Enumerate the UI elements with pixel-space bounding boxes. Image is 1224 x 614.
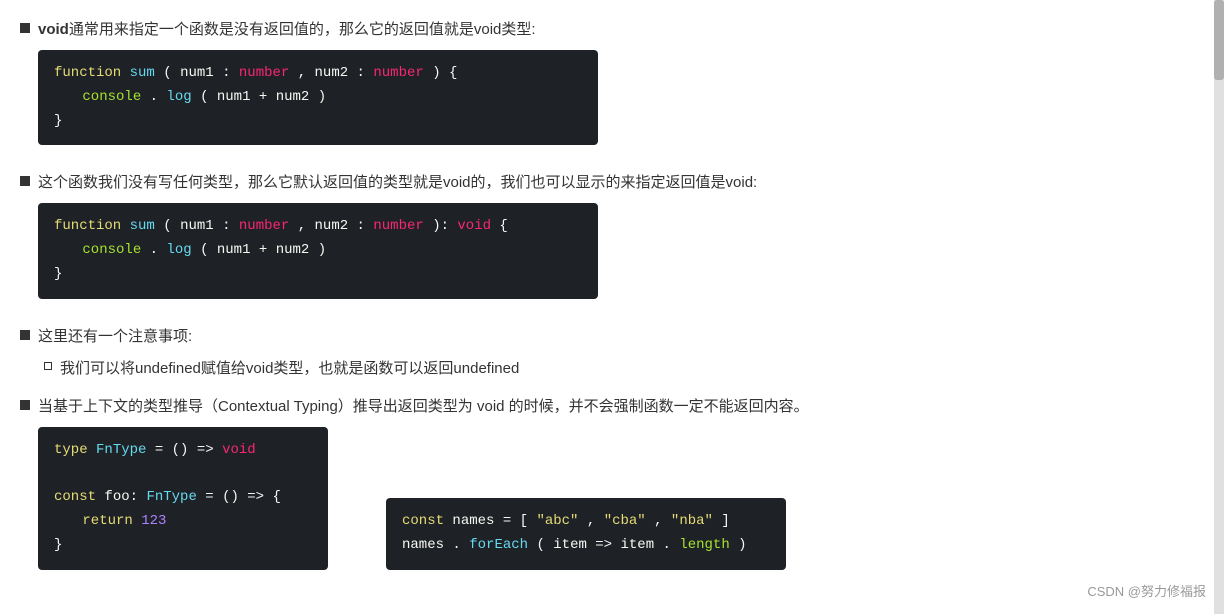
type: number [373, 65, 423, 81]
code-line: console . log ( num1 + num2 ) [54, 86, 582, 110]
code-line: names . forEach ( item => item . length … [402, 534, 770, 558]
code-line: } [54, 110, 582, 134]
section-4-title: 当基于上下文的类型推导（Contextual Typing）推导出返回类型为 v… [20, 395, 1194, 419]
keyword: function [54, 65, 121, 81]
code-block-4: const names = [ "abc" , "cba" , "nba" ] … [386, 498, 786, 570]
code-line: } [54, 263, 582, 287]
page-container: void通常用来指定一个函数是没有返回值的，那么它的返回值就是void类型: f… [20, 18, 1194, 582]
code-line [54, 463, 312, 487]
code-block-2: function sum ( num1 : number , num2 : nu… [38, 203, 598, 298]
section-2-title: 这个函数我们没有写任何类型，那么它默认返回值的类型就是void的，我们也可以显示… [20, 171, 1194, 195]
section-1: void通常用来指定一个函数是没有返回值的，那么它的返回值就是void类型: f… [20, 18, 1194, 157]
code-line: const foo: FnType = () => { [54, 486, 312, 510]
watermark: CSDN @努力修福报 [1087, 581, 1206, 600]
section-3: 这里还有一个注意事项: 我们可以将undefined赋值给void类型，也就是函… [20, 325, 1194, 381]
func-name: sum [130, 65, 155, 81]
scrollbar-track[interactable] [1214, 0, 1224, 614]
code-line: type FnType = () => void [54, 439, 312, 463]
section-3-text: 这里还有一个注意事项: [38, 325, 192, 349]
section-1-text: void通常用来指定一个函数是没有返回值的，那么它的返回值就是void类型: [38, 18, 536, 42]
bullet-icon [20, 23, 30, 33]
code-block-1: function sum ( num1 : number , num2 : nu… [38, 50, 598, 145]
section-1-title: void通常用来指定一个函数是没有返回值的，那么它的返回值就是void类型: [20, 18, 1194, 42]
code-block-3: type FnType = () => void const foo: FnTy… [38, 427, 328, 570]
keyword: function [54, 218, 121, 234]
section-4: 当基于上下文的类型推导（Contextual Typing）推导出返回类型为 v… [20, 395, 1194, 582]
code-line: function sum ( num1 : number , num2 : nu… [54, 215, 582, 239]
code-line: } [54, 534, 312, 558]
param: num2 [315, 65, 349, 81]
code-line: function sum ( num1 : number , num2 : nu… [54, 62, 582, 86]
code-line: console . log ( num1 + num2 ) [54, 239, 582, 263]
bullet-icon [20, 400, 30, 410]
param: num1 [180, 65, 214, 81]
console: console [82, 89, 141, 105]
code-line: const names = [ "abc" , "cba" , "nba" ] [402, 510, 770, 534]
type: number [239, 65, 289, 81]
code-line: return 123 [54, 510, 312, 534]
scrollbar-thumb[interactable] [1214, 0, 1224, 80]
bullet-icon [20, 176, 30, 186]
sub-item-text: 我们可以将undefined赋值给void类型，也就是函数可以返回undefin… [60, 357, 519, 381]
section-3-title: 这里还有一个注意事项: [20, 325, 1194, 349]
func-name: sum [130, 218, 155, 234]
section-2: 这个函数我们没有写任何类型，那么它默认返回值的类型就是void的，我们也可以显示… [20, 171, 1194, 310]
bottom-row: type FnType = () => void const foo: FnTy… [20, 427, 1194, 582]
sub-item-1: 我们可以将undefined赋值给void类型，也就是函数可以返回undefin… [44, 357, 1194, 381]
section-2-text: 这个函数我们没有写任何类型，那么它默认返回值的类型就是void的，我们也可以显示… [38, 171, 757, 195]
section-4-text: 当基于上下文的类型推导（Contextual Typing）推导出返回类型为 v… [38, 395, 809, 419]
log: log [166, 89, 191, 105]
sub-bullet-icon [44, 362, 52, 370]
bullet-icon [20, 330, 30, 340]
